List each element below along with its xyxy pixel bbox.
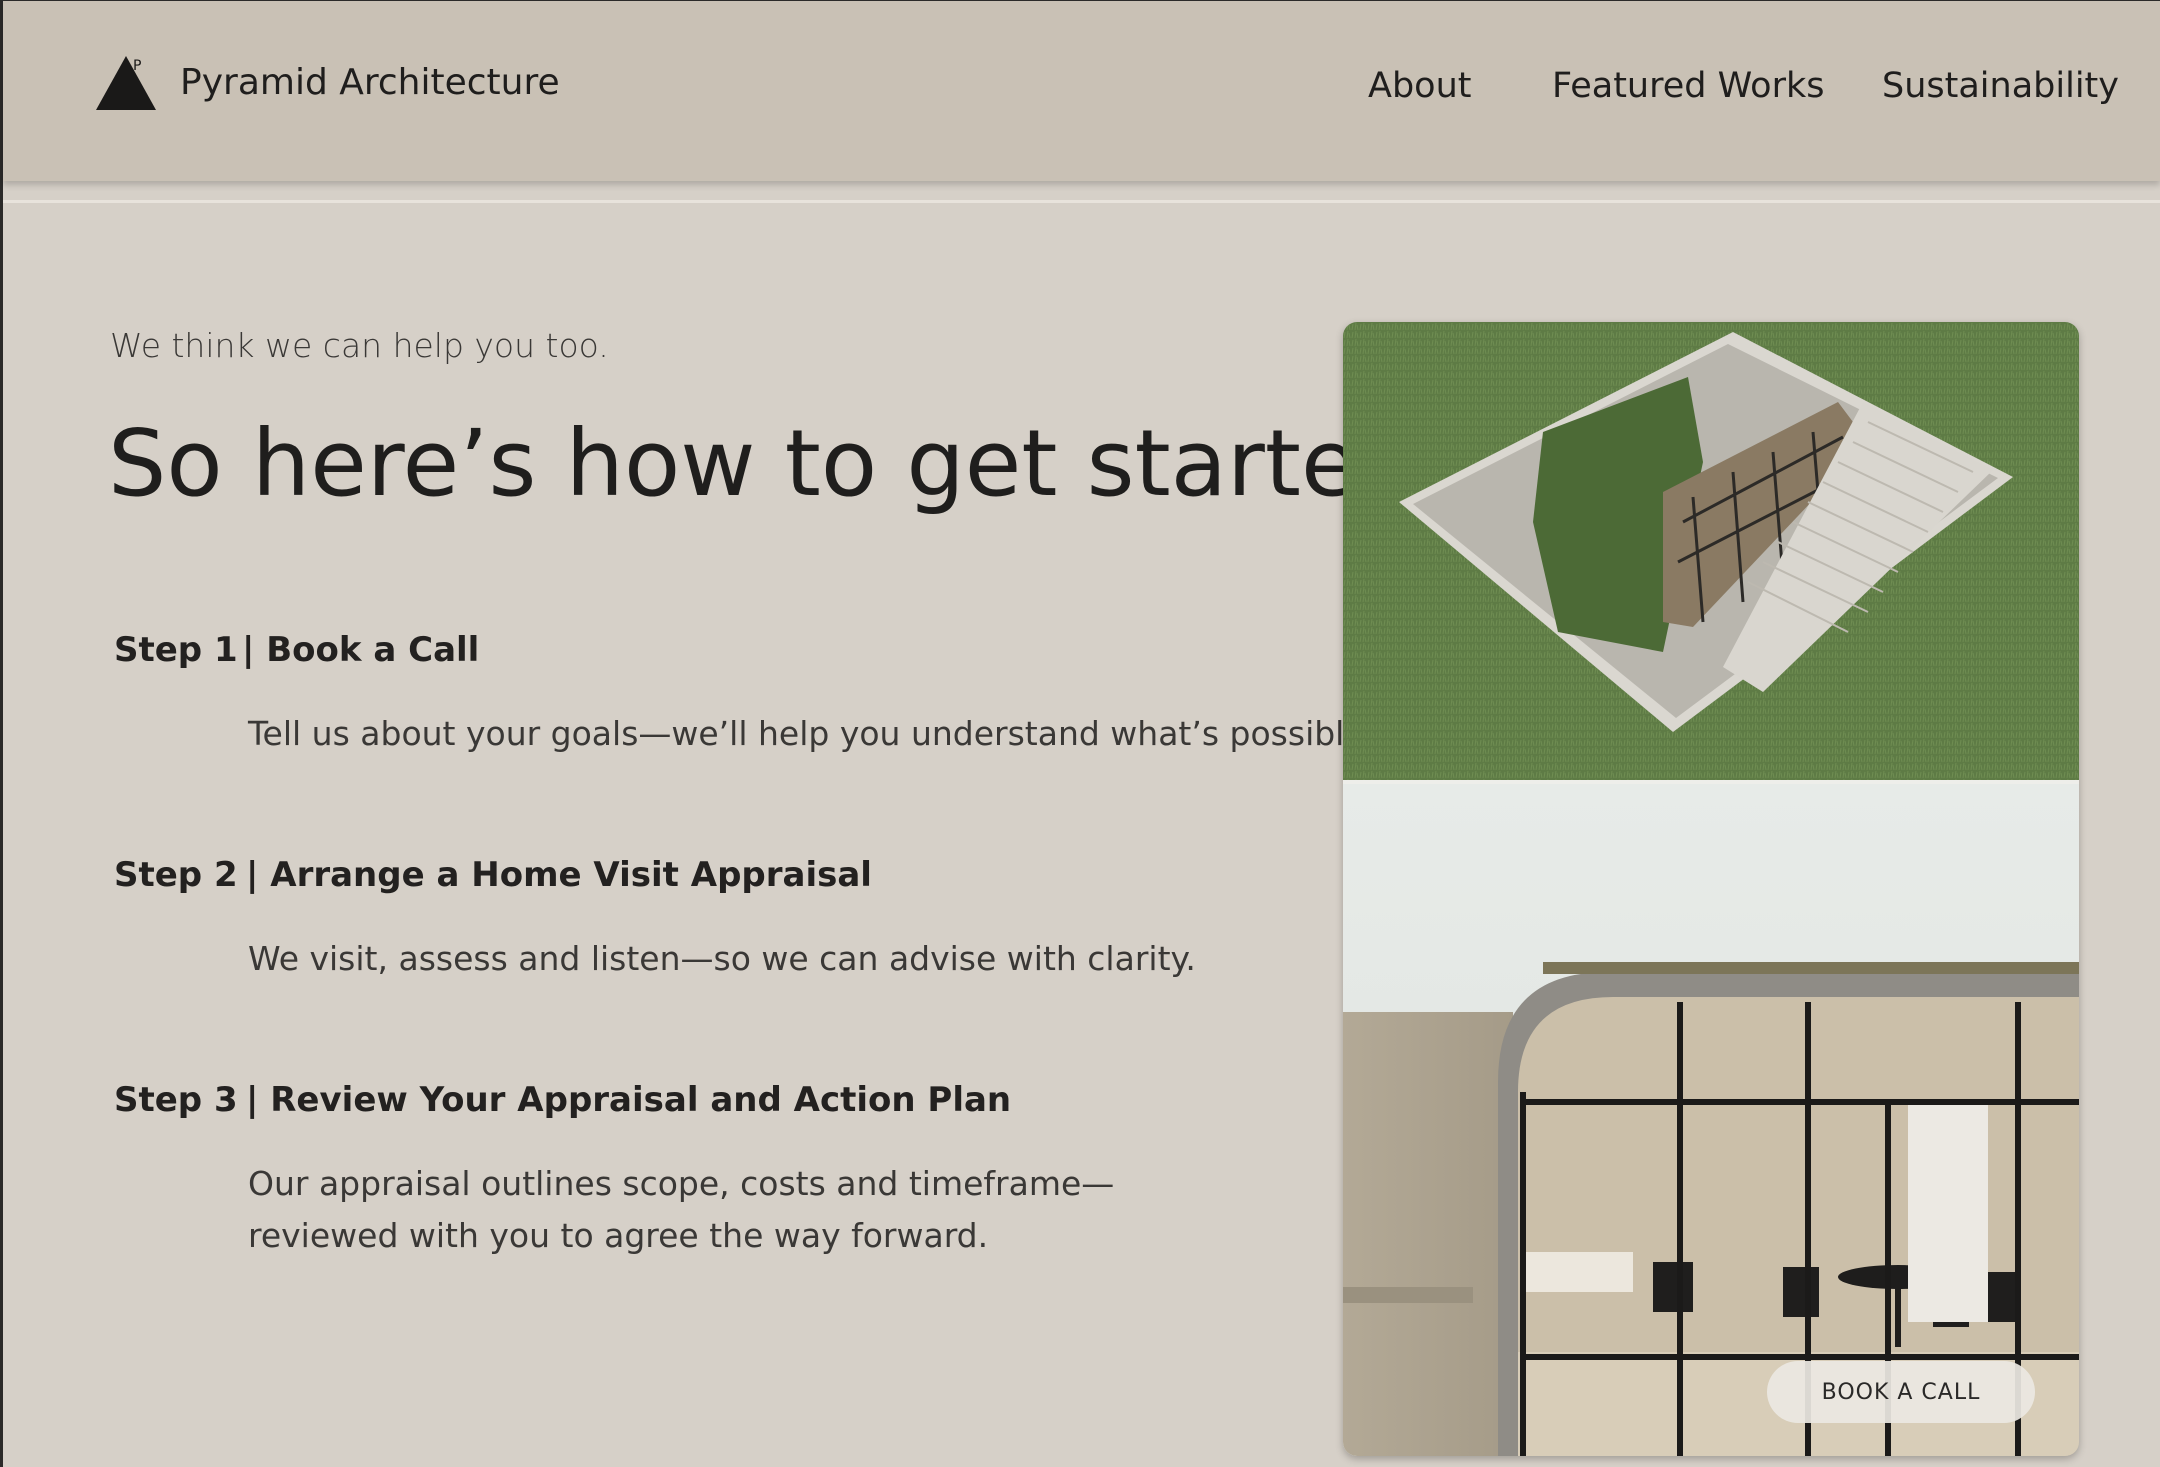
step-3-title: | Review Your Appraisal and Action Plan xyxy=(246,1080,1012,1120)
step-1-title: | Book a Call xyxy=(242,630,480,670)
step-2-title: | Arrange a Home Visit Appraisal xyxy=(246,855,872,895)
aerial-grass-house-photo xyxy=(1343,322,2079,780)
step-2-number: Step 2 xyxy=(114,855,238,895)
glass-office-pod-photo xyxy=(1343,784,2079,1456)
pyramid-logo-icon[interactable]: P xyxy=(96,56,156,110)
step-1-number: Step 1 xyxy=(114,630,238,670)
step-2-description: We visit, assess and listen—so we can ad… xyxy=(248,939,1196,978)
nav-link-featured-works[interactable]: Featured Works xyxy=(1552,66,1824,106)
architecture-photos xyxy=(1343,322,2079,1456)
page-headline: So here’s how to get started. xyxy=(108,410,1446,517)
step-1-description: Tell us about your goals—we’ll help you … xyxy=(248,714,1376,753)
svg-text:P: P xyxy=(133,58,141,74)
window-edge xyxy=(0,0,3,1467)
step-3-number: Step 3 xyxy=(114,1080,238,1120)
header-divider xyxy=(3,200,2160,203)
step-3-description-line-1: Our appraisal outlines scope, costs and … xyxy=(248,1164,1115,1203)
nav-link-sustainability[interactable]: Sustainability xyxy=(1882,66,2119,106)
book-a-call-button[interactable]: BOOK A CALL xyxy=(1767,1361,2035,1423)
intro-text: We think we can help you too. xyxy=(110,326,609,365)
step-3-description-line-2: reviewed with you to agree the way forwa… xyxy=(248,1216,989,1255)
nav-link-about[interactable]: About xyxy=(1368,66,1471,106)
brand-name[interactable]: Pyramid Architecture xyxy=(180,62,560,103)
architecture-photo-card xyxy=(1343,322,2079,1456)
